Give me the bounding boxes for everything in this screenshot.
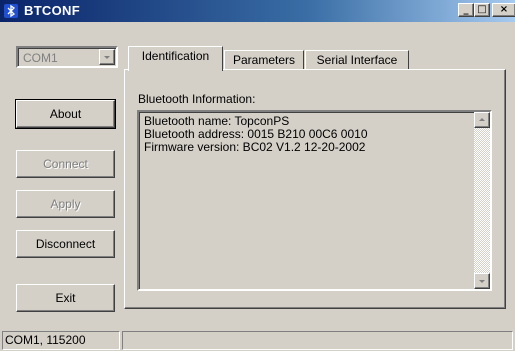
info-text: Bluetooth name: TopconPS Bluetooth addre…: [144, 115, 368, 154]
apply-button[interactable]: Apply: [16, 190, 115, 218]
scroll-up-icon[interactable]: [474, 112, 490, 128]
disconnect-button[interactable]: Disconnect: [16, 230, 115, 258]
port-select-value: COM1: [23, 51, 58, 65]
tab-parameters[interactable]: Parameters: [224, 50, 304, 70]
tab-serial-interface[interactable]: Serial Interface: [305, 50, 409, 70]
status-bar: COM1, 115200: [0, 329, 515, 351]
port-select[interactable]: COM1: [16, 46, 118, 68]
window-title: BTCONF: [24, 3, 80, 18]
btconf-window: BTCONF _ □ × COM1 About Connect Apply Di…: [0, 0, 515, 351]
status-message: [122, 331, 513, 350]
bluetooth-app-icon: [4, 4, 18, 18]
exit-button[interactable]: Exit: [16, 284, 115, 312]
vertical-scrollbar[interactable]: [474, 112, 490, 289]
close-button[interactable]: ×: [492, 3, 515, 17]
maximize-button[interactable]: □: [474, 3, 490, 17]
status-port-info: COM1, 115200: [2, 331, 120, 350]
about-button[interactable]: About: [15, 99, 116, 129]
tab-identification[interactable]: Identification: [128, 46, 223, 71]
bluetooth-info-label: Bluetooth Information:: [138, 92, 256, 106]
chevron-down-icon[interactable]: [99, 49, 115, 65]
title-bar[interactable]: BTCONF _ □ ×: [0, 0, 515, 22]
firmware-version-line: Firmware version: BC02 V1.2 12-20-2002: [144, 140, 366, 154]
minimize-button[interactable]: _: [458, 3, 474, 17]
scroll-down-icon[interactable]: [474, 273, 490, 289]
bluetooth-info-textbox[interactable]: Bluetooth name: TopconPS Bluetooth addre…: [137, 110, 492, 291]
connect-button[interactable]: Connect: [16, 150, 115, 178]
